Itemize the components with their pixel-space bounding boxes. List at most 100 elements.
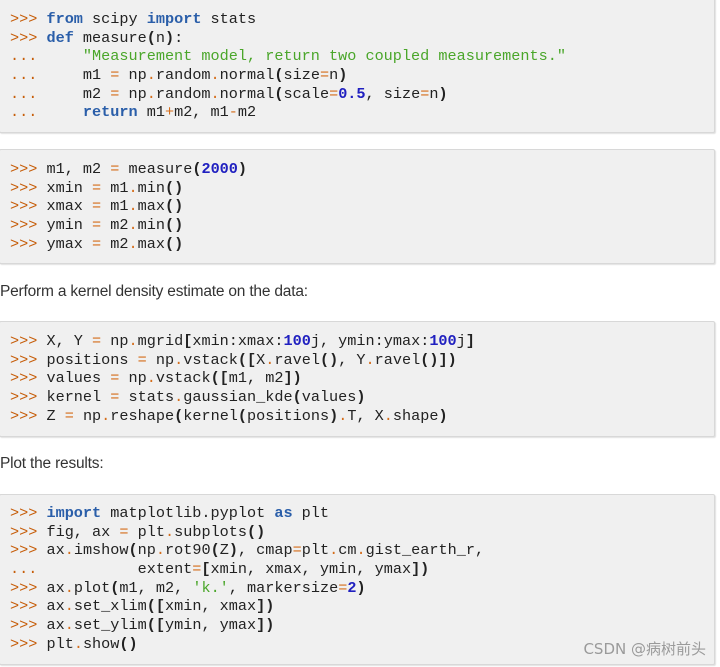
code-token: =	[92, 234, 102, 253]
code-token: X, Y	[46, 332, 93, 350]
code-block-kde: >>> X, Y = np.mgrid[xmin:xmax:100j, ymin…	[0, 321, 715, 437]
code-token: .	[128, 234, 138, 253]
code-token: ([	[237, 350, 257, 369]
code-line: ... m1 = np.random.normal(size=n)	[10, 66, 714, 85]
code-token: m2	[237, 103, 257, 122]
code-token: n	[155, 28, 165, 47]
code-token: Z	[46, 406, 65, 425]
prompt-marker: >>>	[10, 522, 47, 541]
code-token: rot90	[165, 541, 211, 560]
code-token: ()	[164, 234, 184, 253]
code-token: m2	[101, 234, 129, 253]
code-token: scale	[283, 84, 330, 103]
code-line: >>> Z = np.reshape(kernel(positions).T, …	[10, 407, 714, 426]
code-token: ravel	[374, 350, 421, 369]
code-token: =	[137, 350, 147, 369]
code-line: >>> kernel = stats.gaussian_kde(values)	[10, 388, 714, 407]
plot-intro-text: Plot the results:	[0, 455, 104, 472]
code-token: , markersize	[228, 578, 339, 597]
code-token: .	[128, 197, 138, 216]
code-token: kernel	[183, 406, 238, 425]
code-token: (	[210, 541, 220, 560]
prompt-marker: >>>	[10, 28, 47, 47]
code-token: normal	[219, 66, 275, 85]
code-token: ymin	[46, 216, 93, 235]
code-token: plt	[292, 504, 330, 522]
code-token: (	[174, 406, 184, 425]
code-token: stats	[119, 388, 175, 407]
code-token: .	[73, 634, 83, 653]
code-token: min	[137, 178, 165, 197]
code-token: stats	[201, 10, 257, 28]
code-token: np	[119, 369, 147, 388]
code-token: (	[292, 388, 302, 407]
code-token: ])	[283, 369, 302, 388]
code-token: (	[128, 541, 138, 560]
code-token: plt	[301, 541, 330, 560]
code-token: shape	[392, 406, 439, 425]
prompt-marker: >>>	[10, 10, 47, 28]
code-token: ()	[319, 350, 339, 369]
code-token: m1	[101, 197, 129, 216]
code-token: plot	[73, 578, 111, 597]
code-token: .	[64, 616, 74, 635]
code-token: )	[228, 541, 238, 560]
code-token: .	[64, 541, 74, 560]
code-token: [	[201, 560, 211, 579]
code-token: X	[256, 350, 266, 369]
prompt-marker: >>>	[10, 578, 47, 597]
code-token: values	[46, 369, 111, 388]
code-token: 2000	[201, 160, 238, 178]
code-token: subplots	[174, 522, 248, 541]
prompt-marker: ...	[10, 84, 83, 103]
code-token: :	[174, 28, 184, 47]
code-token: ()	[164, 216, 184, 235]
code-token: m1, m2	[46, 160, 111, 178]
code-token: max	[137, 234, 165, 253]
code-line: >>> xmax = m1.max()	[10, 197, 714, 216]
code-token: [	[183, 332, 193, 350]
prompt-marker: >>>	[10, 197, 47, 216]
code-token: extent	[137, 560, 193, 579]
prompt-marker: >>>	[10, 504, 47, 522]
code-token: )	[164, 28, 175, 47]
code-token: =	[92, 332, 102, 350]
code-content: >>> import matplotlib.pyplot as plt >>> f…	[0, 495, 714, 654]
code-token: set_xlim	[73, 597, 147, 616]
code-token: =	[119, 522, 129, 541]
code-token: ymin, ymax	[164, 616, 257, 635]
code-token: gist_earth_r,	[365, 541, 485, 560]
code-token: =	[319, 66, 330, 85]
code-token: fig, ax	[46, 522, 120, 541]
code-token: normal	[219, 84, 275, 103]
code-token: .	[128, 178, 138, 197]
code-token: as	[274, 504, 293, 522]
code-token: m1	[82, 66, 111, 85]
code-token: xmax	[46, 197, 93, 216]
code-token: m2	[101, 216, 129, 235]
code-token: positions	[247, 406, 330, 425]
code-token: .	[210, 84, 220, 103]
code-token: ax	[46, 616, 65, 635]
code-token: size	[283, 66, 320, 85]
code-token: +	[164, 103, 175, 122]
code-token: np	[137, 541, 156, 560]
code-line: >>> ax.set_ylim([ymin, ymax])	[10, 616, 714, 635]
code-token: import	[146, 10, 202, 28]
code-line: >>> fig, ax = plt.subplots()	[10, 523, 714, 542]
code-content: >>> X, Y = np.mgrid[xmin:xmax:100j, ymin…	[0, 322, 714, 425]
code-token: ()	[164, 197, 184, 216]
code-token: 'k.'	[192, 578, 229, 597]
code-token: np	[119, 66, 147, 85]
code-token: import	[46, 504, 102, 522]
code-token: .	[210, 66, 220, 85]
code-token: 100	[283, 332, 311, 350]
code-token: =	[92, 197, 102, 216]
code-token: , size	[365, 84, 421, 103]
prompt-marker: ...	[10, 103, 83, 122]
code-token: )	[338, 66, 348, 85]
code-token: max	[137, 197, 165, 216]
code-line: >>> ymax = m2.max()	[10, 235, 714, 254]
code-token: .	[146, 66, 156, 85]
code-content: >>> m1, m2 = measure(2000) >>> xmin = m1.…	[0, 150, 714, 253]
